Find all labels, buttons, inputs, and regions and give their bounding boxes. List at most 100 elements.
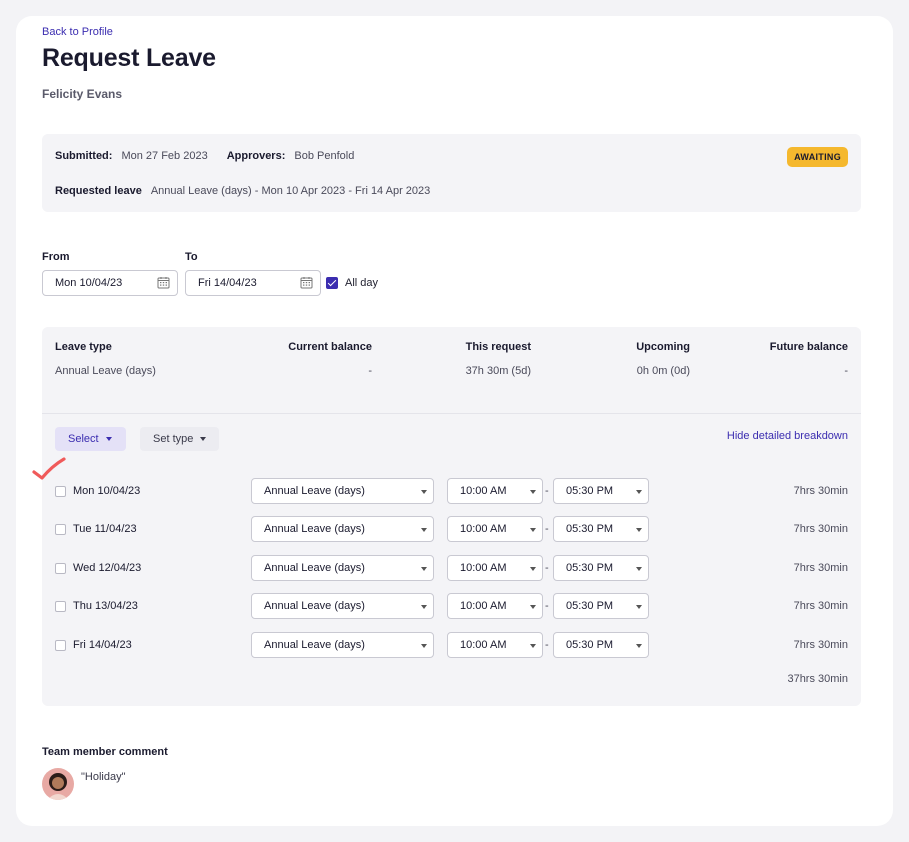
header-current-balance: Current balance [288,341,372,353]
start-time-value: 10:00 AM [460,562,507,574]
day-checkbox[interactable] [55,640,66,651]
time-separator: - [545,523,549,535]
set-type-dropdown-button[interactable]: Set type [140,427,220,451]
chevron-down-icon [530,567,536,571]
chevron-down-icon [530,490,536,494]
calendar-icon[interactable] [157,276,170,289]
day-date: Tue 11/04/23 [73,523,137,535]
day-checkbox[interactable] [55,601,66,612]
header-upcoming: Upcoming [636,341,690,353]
start-time-select[interactable]: 10:00 AM [447,555,543,581]
day-checkbox[interactable] [55,524,66,535]
time-separator: - [545,562,549,574]
header-this-request: This request [465,341,531,353]
end-time-select[interactable]: 05:30 PM [553,555,649,581]
start-time-select[interactable]: 10:00 AM [447,478,543,504]
leave-type-value: Annual Leave (days) [264,485,365,497]
start-time-value: 10:00 AM [460,600,507,612]
from-label: From [42,251,70,263]
chevron-down-icon [530,605,536,609]
avatar [42,768,74,800]
leave-type-value: Annual Leave (days) [264,639,365,651]
to-date-input[interactable]: Fri 14/04/23 [185,270,321,296]
leave-type-select[interactable]: Annual Leave (days) [251,516,434,542]
start-time-select[interactable]: 10:00 AM [447,632,543,658]
leave-type-select[interactable]: Annual Leave (days) [251,555,434,581]
time-separator: - [545,600,549,612]
end-time-select[interactable]: 05:30 PM [553,478,649,504]
all-day-toggle[interactable]: All day [326,277,378,289]
to-date-value: Fri 14/04/23 [198,277,257,289]
submitted-label: Submitted: [55,150,113,162]
requested-leave-label: Requested leave [55,185,142,197]
day-date: Mon 10/04/23 [73,485,141,497]
set-type-label: Set type [153,433,194,445]
leave-type-select[interactable]: Annual Leave (days) [251,478,434,504]
chevron-down-icon [105,437,112,441]
back-to-profile-link[interactable]: Back to Profile [42,26,113,38]
chevron-down-icon [421,567,427,571]
end-time-select[interactable]: 05:30 PM [553,632,649,658]
cell-future-balance: - [844,365,848,377]
day-date: Wed 12/04/23 [73,562,142,574]
chevron-down-icon [636,528,642,532]
day-date: Thu 13/04/23 [73,600,138,612]
hide-detailed-breakdown-link[interactable]: Hide detailed breakdown [727,430,848,442]
day-row: Wed 12/04/23 Annual Leave (days) 10:00 A… [42,555,861,581]
end-time-value: 05:30 PM [566,562,614,574]
end-time-select[interactable]: 05:30 PM [553,516,649,542]
approvers-label: Approvers: [226,150,286,162]
status-badge: AWAITING [787,147,848,167]
day-hours: 7hrs 30min [793,562,848,574]
day-row: Mon 10/04/23 Annual Leave (days) 10:00 A… [42,478,861,504]
team-member-comment-label: Team member comment [42,746,168,758]
chevron-down-icon [200,437,207,441]
chevron-down-icon [421,490,427,494]
from-date-input[interactable]: Mon 10/04/23 [42,270,178,296]
day-hours: 7hrs 30min [793,639,848,651]
header-future-balance: Future balance [769,341,848,353]
cell-upcoming: 0h 0m (0d) [636,365,690,377]
cell-leave-type: Annual Leave (days) [55,365,156,377]
approvers-value: Bob Penfold [294,150,355,162]
leave-breakdown-panel: Leave type Current balance This request … [42,327,861,706]
header-leave-type: Leave type [55,341,112,353]
leave-type-value: Annual Leave (days) [264,523,365,535]
page-title: Request Leave [42,44,216,72]
chevron-down-icon [530,644,536,648]
end-time-select[interactable]: 05:30 PM [553,593,649,619]
end-time-value: 05:30 PM [566,485,614,497]
day-row: Fri 14/04/23 Annual Leave (days) 10:00 A… [42,632,861,658]
chevron-down-icon [636,644,642,648]
select-dropdown-button[interactable]: Select [55,427,126,451]
day-hours: 7hrs 30min [793,485,848,497]
to-label: To [185,251,198,263]
day-checkbox[interactable] [55,486,66,497]
cell-current-balance: - [368,365,372,377]
chevron-down-icon [636,605,642,609]
divider [42,413,861,414]
chevron-down-icon [636,490,642,494]
day-row: Tue 11/04/23 Annual Leave (days) 10:00 A… [42,516,861,542]
leave-type-select[interactable]: Annual Leave (days) [251,632,434,658]
leave-type-value: Annual Leave (days) [264,600,365,612]
start-time-select[interactable]: 10:00 AM [447,516,543,542]
start-time-value: 10:00 AM [460,485,507,497]
chevron-down-icon [636,567,642,571]
day-hours: 7hrs 30min [793,600,848,612]
start-time-select[interactable]: 10:00 AM [447,593,543,619]
start-time-value: 10:00 AM [460,639,507,651]
chevron-down-icon [421,644,427,648]
day-row: Thu 13/04/23 Annual Leave (days) 10:00 A… [42,593,861,619]
employee-name: Felicity Evans [42,87,123,101]
chevron-down-icon [421,528,427,532]
all-day-label: All day [345,277,379,289]
submitted-value: Mon 27 Feb 2023 [121,150,208,162]
time-separator: - [545,485,549,497]
day-checkbox[interactable] [55,563,66,574]
calendar-icon[interactable] [300,276,313,289]
end-time-value: 05:30 PM [566,639,614,651]
comment-text: "Holiday" [81,771,126,783]
all-day-checkbox[interactable] [326,277,338,289]
leave-type-select[interactable]: Annual Leave (days) [251,593,434,619]
